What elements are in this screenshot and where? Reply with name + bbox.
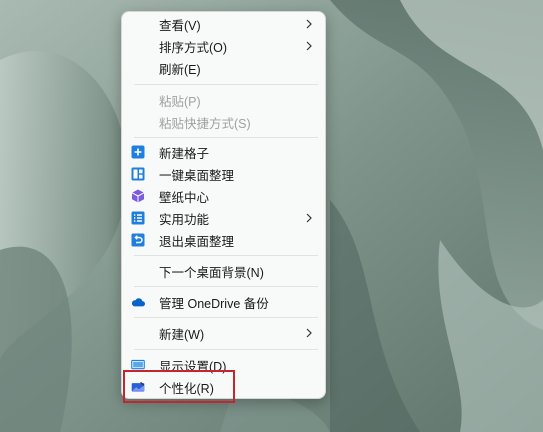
menu-item-view[interactable]: 查看(V) [126,13,321,35]
chevron-right-icon [306,328,312,338]
menu-item-exit-organize-label: 退出桌面整理 [159,234,235,249]
context-menu: 查看(V) 排序方式(O) 刷新(E) 粘贴(P) 粘贴快捷方式(S) 新建格子… [121,11,326,399]
menu-item-organize-desktop[interactable]: 一键桌面整理 [126,163,321,185]
highlight-box [123,370,235,403]
menu-item-paste-label: 粘贴(P) [159,94,201,109]
menu-item-wallpaper-center[interactable]: 壁纸中心 [126,185,321,207]
menu-item-refresh[interactable]: 刷新(E) [126,57,321,79]
layout-grid-icon [131,167,145,181]
menu-item-new-grid[interactable]: 新建格子 [126,141,321,163]
menu-item-onedrive-label: 管理 OneDrive 备份 [159,296,269,311]
menu-separator [134,255,318,256]
menu-item-utilities[interactable]: 实用功能 [126,207,321,229]
plus-square-icon [131,145,145,159]
list-icon [131,211,145,225]
menu-item-sort-label: 排序方式(O) [159,40,228,55]
menu-item-onedrive[interactable]: 管理 OneDrive 备份 [126,291,321,313]
menu-item-paste[interactable]: 粘贴(P) [126,89,321,111]
menu-separator [134,286,318,287]
menu-item-sort[interactable]: 排序方式(O) [126,35,321,57]
menu-item-paste-shortcut[interactable]: 粘贴快捷方式(S) [126,111,321,133]
chevron-right-icon [306,19,312,29]
cloud-icon [131,295,145,309]
menu-item-view-label: 查看(V) [159,18,201,33]
menu-item-organize-desktop-label: 一键桌面整理 [159,168,235,183]
menu-separator [134,349,318,350]
menu-item-new-grid-label: 新建格子 [159,146,210,161]
menu-item-new-label: 新建(W) [159,327,205,342]
menu-item-wallpaper-center-label: 壁纸中心 [159,190,210,205]
menu-item-next-background-label: 下一个桌面背景(N) [159,265,264,280]
menu-item-paste-shortcut-label: 粘贴快捷方式(S) [159,116,251,131]
chevron-right-icon [306,213,312,223]
menu-separator [134,317,318,318]
menu-separator [134,84,318,85]
cube-icon [131,189,145,203]
chevron-right-icon [306,41,312,51]
menu-separator [134,137,318,138]
menu-item-next-background[interactable]: 下一个桌面背景(N) [126,260,321,282]
menu-item-utilities-label: 实用功能 [159,212,210,227]
menu-item-exit-organize[interactable]: 退出桌面整理 [126,229,321,251]
menu-item-refresh-label: 刷新(E) [159,62,201,77]
menu-item-new[interactable]: 新建(W) [126,322,321,344]
undo-icon [131,233,145,247]
